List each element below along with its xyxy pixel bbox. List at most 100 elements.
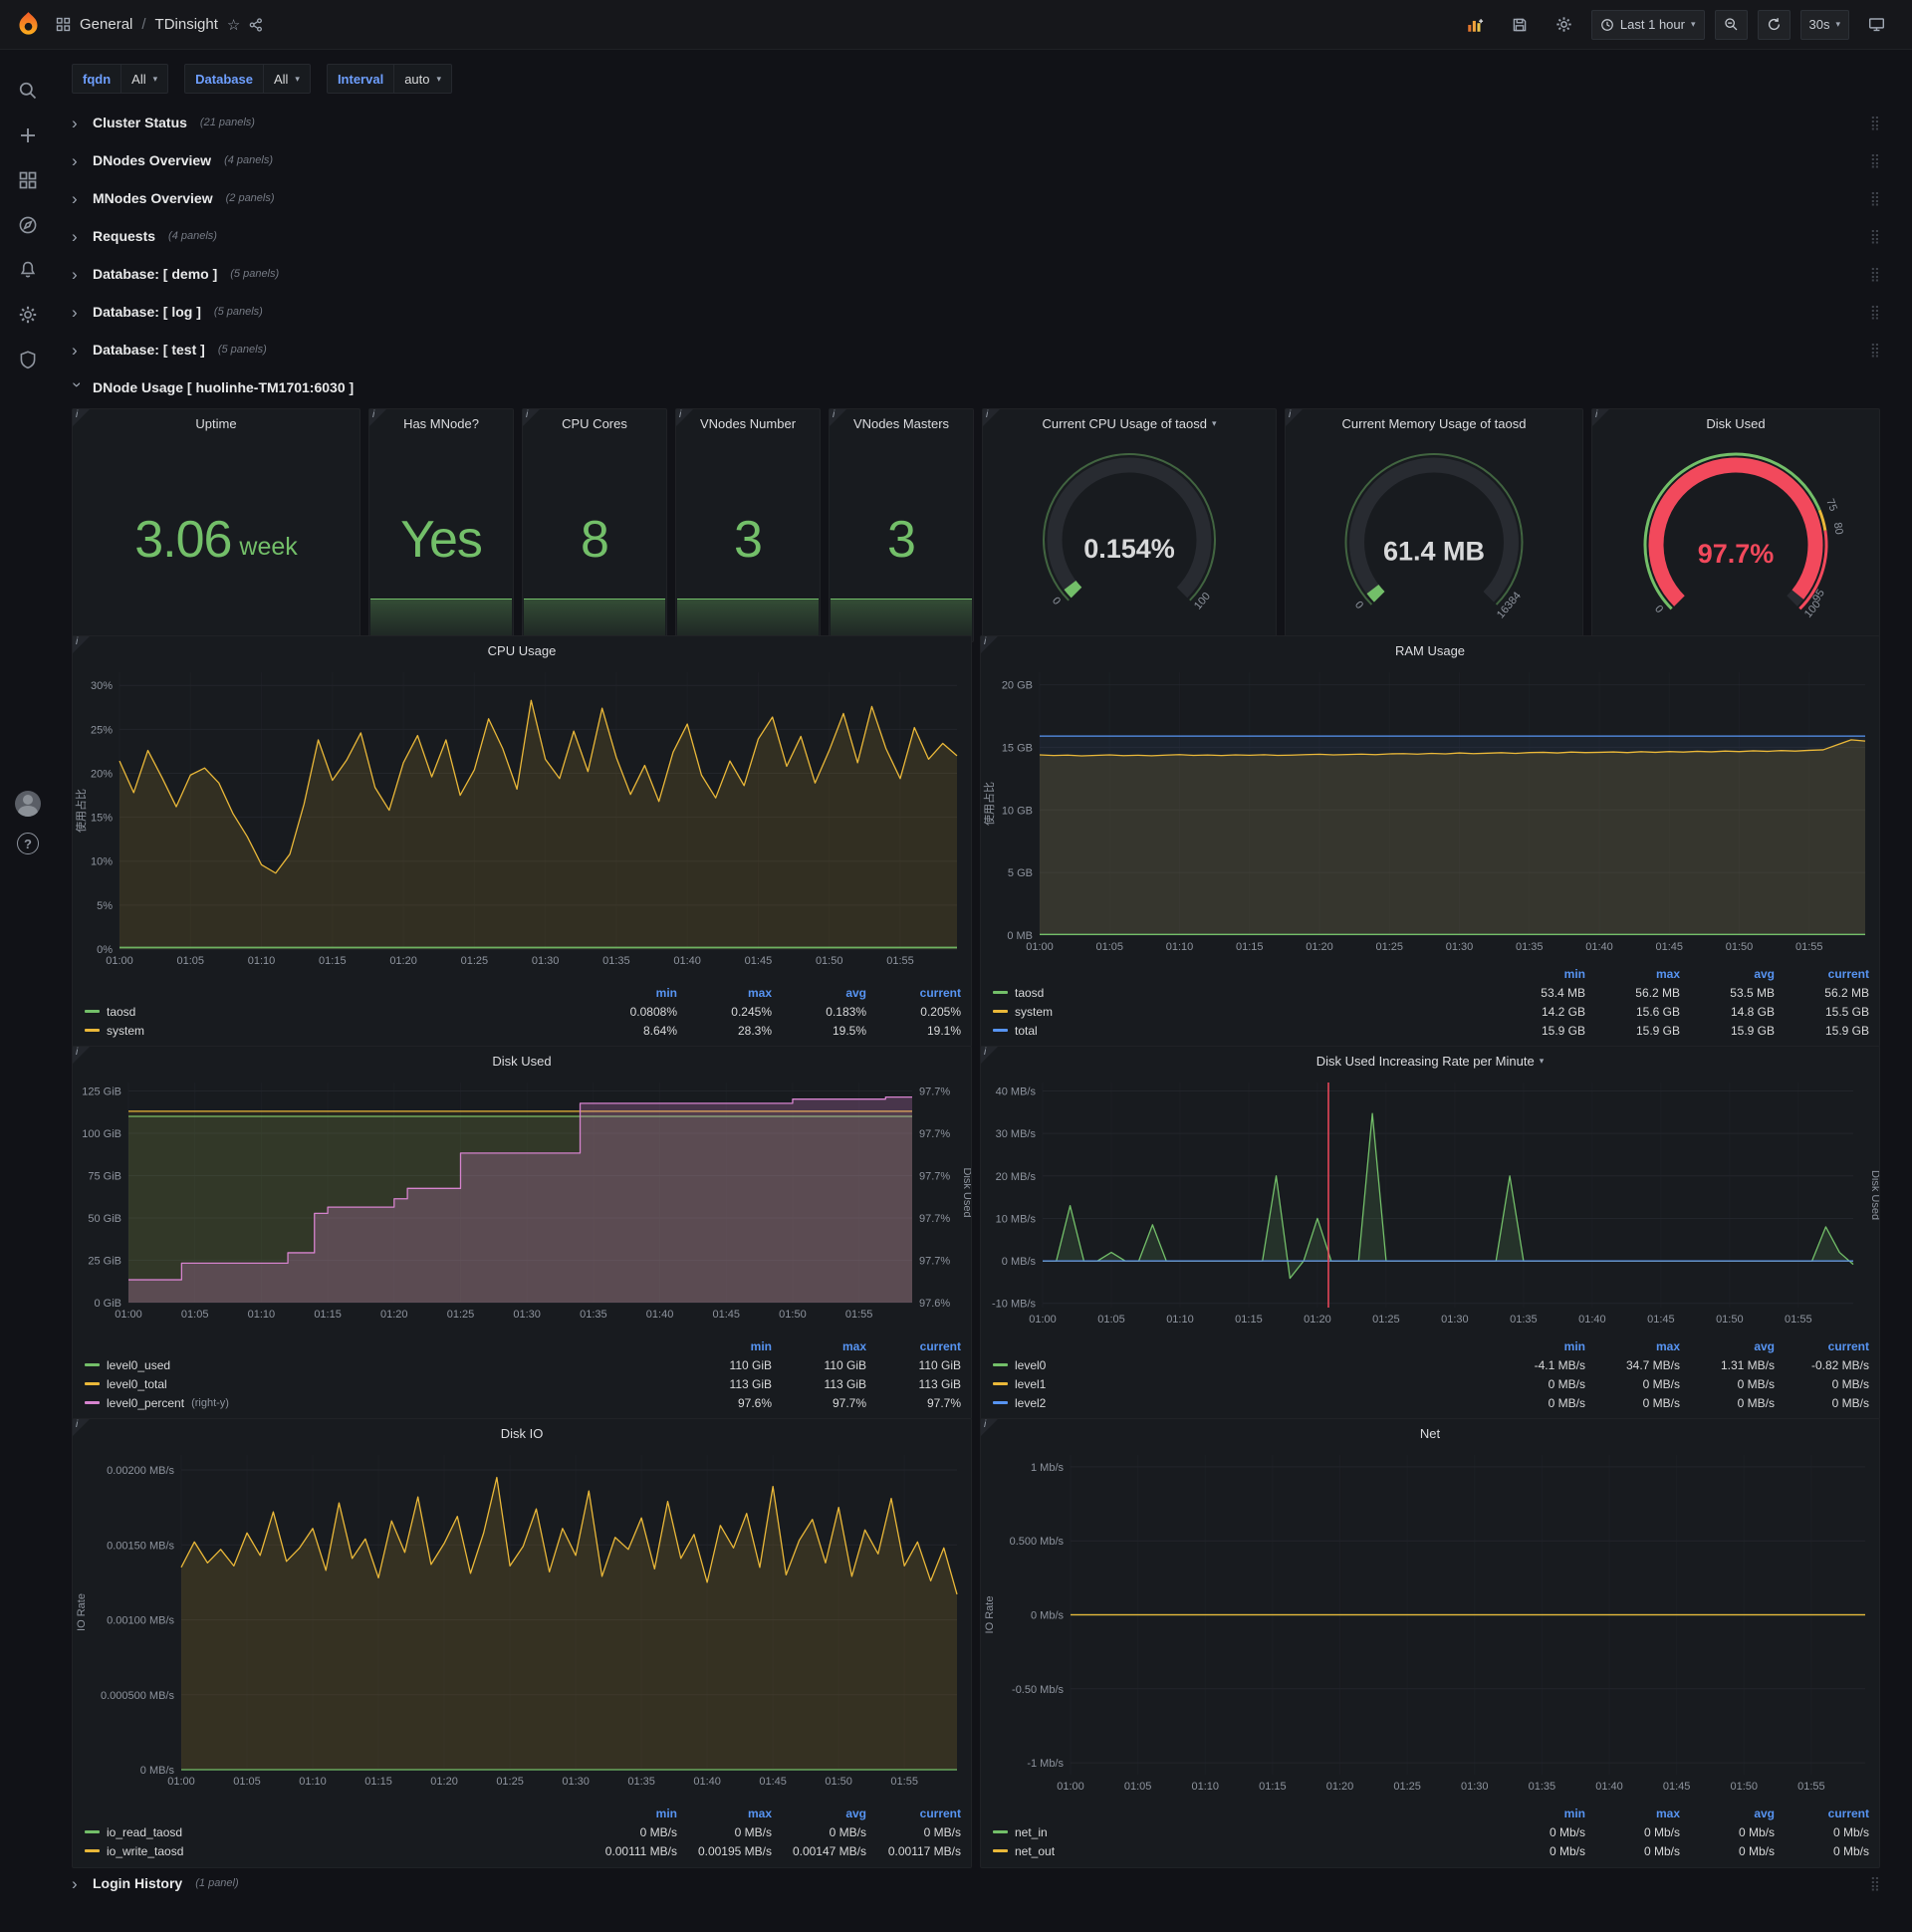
panel-header[interactable]: Has MNode? bbox=[369, 409, 513, 437]
time-range-picker[interactable]: Last 1 hour ▾ bbox=[1590, 9, 1705, 40]
legend-sort-max[interactable]: max bbox=[1585, 967, 1680, 981]
variable-database-value[interactable]: All ▾ bbox=[262, 64, 311, 94]
row-drag-handle[interactable]: ⣿ bbox=[1870, 152, 1880, 169]
server-admin-shield-icon[interactable] bbox=[17, 349, 39, 370]
legend-sort-min[interactable]: min bbox=[1491, 1807, 1585, 1820]
legend-sort-avg[interactable]: avg bbox=[1680, 1339, 1775, 1353]
variable-database-label[interactable]: Database bbox=[184, 64, 263, 94]
star-icon[interactable]: ☆ bbox=[227, 16, 240, 34]
legend-series-total[interactable]: total bbox=[993, 1024, 1491, 1038]
row-drag-handle[interactable]: ⣿ bbox=[1870, 304, 1880, 321]
row-drag-handle[interactable]: ⣿ bbox=[1870, 342, 1880, 359]
panel-header[interactable]: CPU Cores bbox=[523, 409, 666, 437]
legend-sort-current[interactable]: current bbox=[866, 986, 961, 1000]
legend-sort-avg[interactable]: avg bbox=[1680, 967, 1775, 981]
panel-header[interactable]: Current Memory Usage of taosd bbox=[1286, 409, 1582, 437]
refresh-button[interactable] bbox=[1757, 9, 1791, 40]
breadcrumb-title[interactable]: TDinsight bbox=[155, 16, 218, 33]
legend-series-level1[interactable]: level1 bbox=[993, 1377, 1491, 1391]
row-collapsed-4[interactable]: › Database: [ demo ] (5 panels) ⣿ bbox=[72, 257, 1880, 291]
panel-header[interactable]: RAM Usage bbox=[981, 636, 1879, 664]
variable-fqdn-value[interactable]: All ▾ bbox=[120, 64, 169, 94]
panel-header[interactable]: Uptime bbox=[73, 409, 359, 437]
legend-series-io_read_taosd[interactable]: io_read_taosd bbox=[85, 1825, 583, 1839]
legend-series-level0_used[interactable]: level0_used bbox=[85, 1358, 677, 1372]
row-login-history[interactable]: › Login History (1 panel) ⣿ bbox=[72, 1866, 1880, 1900]
add-panel-button[interactable] bbox=[1457, 10, 1493, 40]
help-icon[interactable]: ? bbox=[17, 833, 39, 854]
panel-header[interactable]: Disk IO bbox=[73, 1419, 971, 1447]
panel-header[interactable]: Disk Used Increasing Rate per Minute ▾ bbox=[981, 1047, 1879, 1075]
variable-interval-label[interactable]: Interval bbox=[326, 64, 394, 94]
panel-header[interactable]: Current CPU Usage of taosd ▾ bbox=[983, 409, 1276, 437]
panel-header[interactable]: VNodes Number bbox=[676, 409, 820, 437]
zoom-out-button[interactable] bbox=[1714, 9, 1748, 40]
row-collapsed-5[interactable]: › Database: [ log ] (5 panels) ⣿ bbox=[72, 295, 1880, 329]
row-drag-handle[interactable]: ⣿ bbox=[1870, 1875, 1880, 1892]
search-icon[interactable] bbox=[17, 80, 39, 102]
legend-sort-avg[interactable]: avg bbox=[772, 1807, 866, 1820]
legend-sort-min[interactable]: min bbox=[1491, 1339, 1585, 1353]
legend-sort-current[interactable]: current bbox=[866, 1807, 961, 1820]
legend-sort-avg[interactable]: avg bbox=[772, 986, 866, 1000]
legend-series-system[interactable]: system bbox=[993, 1005, 1491, 1019]
legend-sort-current[interactable]: current bbox=[1775, 967, 1869, 981]
legend-sort-min[interactable]: min bbox=[583, 986, 677, 1000]
chart-canvas[interactable]: 01:00 01:05 01:10 01:15 01:20 01:25 01:30 01:35… bbox=[73, 1447, 971, 1802]
breadcrumb-section[interactable]: General bbox=[80, 16, 132, 33]
legend-series-io_write_taosd[interactable]: io_write_taosd bbox=[85, 1844, 583, 1858]
legend-sort-max[interactable]: max bbox=[772, 1339, 866, 1353]
row-drag-handle[interactable]: ⣿ bbox=[1870, 228, 1880, 245]
row-collapsed-1[interactable]: › DNodes Overview (4 panels) ⣿ bbox=[72, 143, 1880, 177]
row-dnode-usage[interactable]: › DNode Usage [ huolinhe-TM1701:6030 ] bbox=[69, 370, 1880, 404]
legend-sort-max[interactable]: max bbox=[677, 1807, 772, 1820]
row-collapsed-6[interactable]: › Database: [ test ] (5 panels) ⣿ bbox=[72, 333, 1880, 366]
legend-series-level0[interactable]: level0 bbox=[993, 1358, 1491, 1372]
dashboards-grid-icon[interactable] bbox=[56, 17, 71, 32]
create-plus-icon[interactable] bbox=[17, 124, 39, 146]
legend-series-level0_percent[interactable]: level0_percent (right-y) bbox=[85, 1396, 677, 1410]
legend-sort-current[interactable]: current bbox=[1775, 1339, 1869, 1353]
row-drag-handle[interactable]: ⣿ bbox=[1870, 190, 1880, 207]
legend-series-net_out[interactable]: net_out bbox=[993, 1844, 1491, 1858]
legend-series-taosd[interactable]: taosd bbox=[85, 1005, 583, 1019]
row-collapsed-3[interactable]: › Requests (4 panels) ⣿ bbox=[72, 219, 1880, 253]
refresh-interval-picker[interactable]: 30s ▾ bbox=[1799, 9, 1849, 40]
legend-sort-min[interactable]: min bbox=[583, 1807, 677, 1820]
legend-sort-avg[interactable]: avg bbox=[1680, 1807, 1775, 1820]
dashboard-settings-button[interactable] bbox=[1547, 10, 1581, 40]
legend-series-net_in[interactable]: net_in bbox=[993, 1825, 1491, 1839]
chart-canvas[interactable]: 01:00 01:05 01:10 01:15 01:20 01:25 01:30 01:35… bbox=[981, 1075, 1881, 1334]
panel-header[interactable]: VNodes Masters bbox=[830, 409, 973, 437]
cycle-view-mode-button[interactable] bbox=[1859, 10, 1894, 40]
row-collapsed-0[interactable]: › Cluster Status (21 panels) ⣿ bbox=[72, 106, 1880, 139]
grafana-logo[interactable] bbox=[0, 11, 56, 38]
panel-menu-caret[interactable]: ▾ bbox=[1540, 1056, 1545, 1067]
legend-sort-min[interactable]: min bbox=[677, 1339, 772, 1353]
legend-series-level2[interactable]: level2 bbox=[993, 1396, 1491, 1410]
legend-sort-current[interactable]: current bbox=[866, 1339, 961, 1353]
chart-canvas[interactable]: 01:00 01:05 01:10 01:15 01:20 01:25 01:30 01:35… bbox=[73, 1075, 973, 1334]
legend-sort-max[interactable]: max bbox=[1585, 1339, 1680, 1353]
legend-sort-current[interactable]: current bbox=[1775, 1807, 1869, 1820]
chart-canvas[interactable]: 01:00 01:05 01:10 01:15 01:20 01:25 01:30 01:35… bbox=[981, 1447, 1879, 1802]
legend-series-level0_total[interactable]: level0_total bbox=[85, 1377, 677, 1391]
legend-sort-max[interactable]: max bbox=[1585, 1807, 1680, 1820]
variable-interval-value[interactable]: auto ▾ bbox=[393, 64, 453, 94]
panel-menu-caret[interactable]: ▾ bbox=[1212, 418, 1217, 429]
legend-series-system[interactable]: system bbox=[85, 1024, 583, 1038]
row-drag-handle[interactable]: ⣿ bbox=[1870, 115, 1880, 131]
panel-header[interactable]: Disk Used bbox=[1592, 409, 1879, 437]
legend-sort-min[interactable]: min bbox=[1491, 967, 1585, 981]
chart-canvas[interactable]: 01:00 01:05 01:10 01:15 01:20 01:25 01:30 01:35… bbox=[73, 664, 971, 981]
dashboards-icon[interactable] bbox=[17, 169, 39, 191]
legend-series-taosd[interactable]: taosd bbox=[993, 986, 1491, 1000]
alerting-bell-icon[interactable] bbox=[17, 259, 39, 281]
legend-sort-max[interactable]: max bbox=[677, 986, 772, 1000]
save-dashboard-button[interactable] bbox=[1503, 10, 1537, 40]
panel-header[interactable]: Disk Used bbox=[73, 1047, 971, 1075]
configuration-gear-icon[interactable] bbox=[17, 304, 39, 326]
row-collapsed-2[interactable]: › MNodes Overview (2 panels) ⣿ bbox=[72, 181, 1880, 215]
panel-header[interactable]: Net bbox=[981, 1419, 1879, 1447]
row-drag-handle[interactable]: ⣿ bbox=[1870, 266, 1880, 283]
